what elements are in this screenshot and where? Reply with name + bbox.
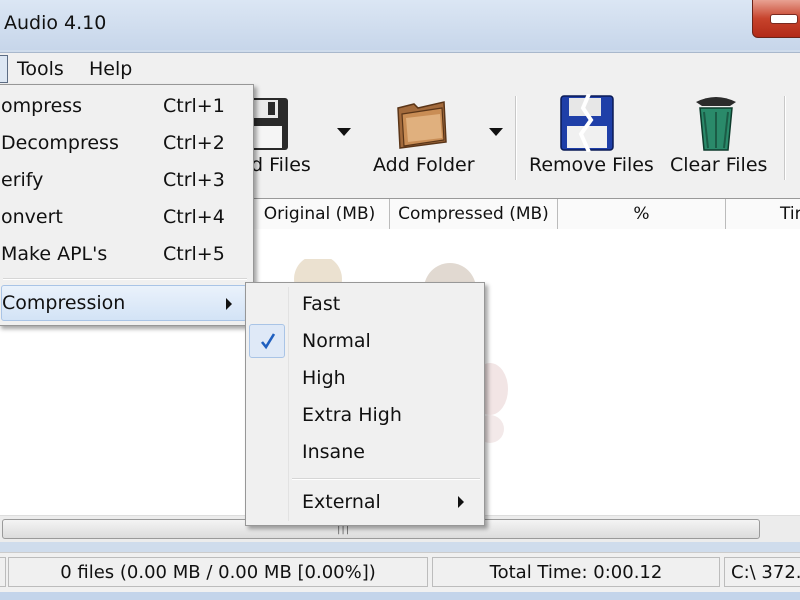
status-bar: 0 files (0.00 MB / 0.00 MB [0.00%]) Tota… <box>0 552 800 593</box>
menu-item-extra-high[interactable]: Extra High <box>302 398 482 432</box>
menu-item-compress[interactable]: ompress Ctrl+1 <box>0 89 249 123</box>
menu-tools[interactable]: Tools <box>17 58 64 80</box>
menu-item-decompress[interactable]: Decompress Ctrl+2 <box>0 126 249 160</box>
menu-separator <box>292 478 480 480</box>
menu-item-fast[interactable]: Fast <box>302 287 482 321</box>
window-bottom-frame <box>0 592 800 600</box>
menu-item-label: onvert <box>1 206 63 228</box>
close-button[interactable] <box>752 0 800 38</box>
menu-item-external[interactable]: External <box>302 485 482 519</box>
menu-help[interactable]: Help <box>89 58 132 80</box>
status-drive: C:\ 372.9 <box>724 557 800 587</box>
menu-item-make-apls[interactable]: Make APL's Ctrl+5 <box>0 237 249 271</box>
menu-item-high[interactable]: High <box>302 361 482 395</box>
status-total-time: Total Time: 0:00.12 <box>432 557 720 587</box>
menu-item-label: External <box>302 491 381 513</box>
title-bar: Audio 4.10 <box>0 0 800 50</box>
status-panel-left <box>0 557 6 587</box>
add-folder-dropdown-arrow-icon[interactable] <box>489 128 503 136</box>
menu-bar: Tools Help <box>0 52 800 85</box>
toolbar-separator <box>784 96 786 180</box>
column-percent[interactable]: % <box>558 199 726 229</box>
menu-item-label: Make APL's <box>1 243 108 265</box>
column-original[interactable]: Original (MB) <box>250 199 390 229</box>
menu-item-label: erify <box>1 169 44 191</box>
add-files-dropdown-arrow-icon[interactable] <box>337 128 351 136</box>
close-icon <box>770 14 798 24</box>
menu-separator <box>3 278 247 280</box>
check-icon <box>260 333 276 350</box>
shortcut-label: Ctrl+3 <box>163 169 225 191</box>
window-title: Audio 4.10 <box>4 12 107 34</box>
shortcut-label: Ctrl+1 <box>163 95 225 117</box>
submenu-arrow-icon <box>458 496 464 508</box>
menu-item-compression[interactable]: Compression <box>1 285 247 321</box>
menu-item-insane[interactable]: Insane <box>302 435 482 469</box>
broken-floppy-icon <box>560 94 614 152</box>
remove-files-button[interactable]: Remove Files <box>523 84 654 194</box>
menu-item-verify[interactable]: erify Ctrl+3 <box>0 163 249 197</box>
clear-files-label: Clear Files <box>670 154 768 176</box>
column-time[interactable]: Tir <box>726 199 800 229</box>
checked-indicator <box>249 324 285 358</box>
trash-bin-icon <box>696 97 736 151</box>
menu-gutter-line <box>288 287 289 521</box>
menu-item-label: Compression <box>2 292 126 314</box>
menu-file-open[interactable] <box>0 55 8 83</box>
toolbar-separator <box>515 96 517 180</box>
compression-submenu: Fast Normal High Extra High Insane Exter… <box>245 282 485 526</box>
add-folder-label: Add Folder <box>373 154 475 176</box>
remove-files-label: Remove Files <box>529 154 654 176</box>
file-menu: ompress Ctrl+1 Decompress Ctrl+2 erify C… <box>0 84 254 326</box>
menu-item-normal[interactable]: Normal <box>302 324 482 358</box>
shortcut-label: Ctrl+2 <box>163 132 225 154</box>
menu-item-convert[interactable]: onvert Ctrl+4 <box>0 200 249 234</box>
column-compressed[interactable]: Compressed (MB) <box>390 199 558 229</box>
folder-icon <box>397 101 447 149</box>
add-folder-button[interactable]: Add Folder <box>362 84 482 194</box>
menu-item-label: Decompress <box>1 132 119 154</box>
shortcut-label: Ctrl+5 <box>163 243 225 265</box>
submenu-arrow-icon <box>226 298 232 310</box>
clear-files-button[interactable]: Clear Files <box>664 84 768 194</box>
shortcut-label: Ctrl+4 <box>163 206 225 228</box>
menu-item-label: ompress <box>1 95 83 117</box>
add-files-label: d Files <box>251 154 311 176</box>
status-files: 0 files (0.00 MB / 0.00 MB [0.00%]) <box>8 557 428 587</box>
